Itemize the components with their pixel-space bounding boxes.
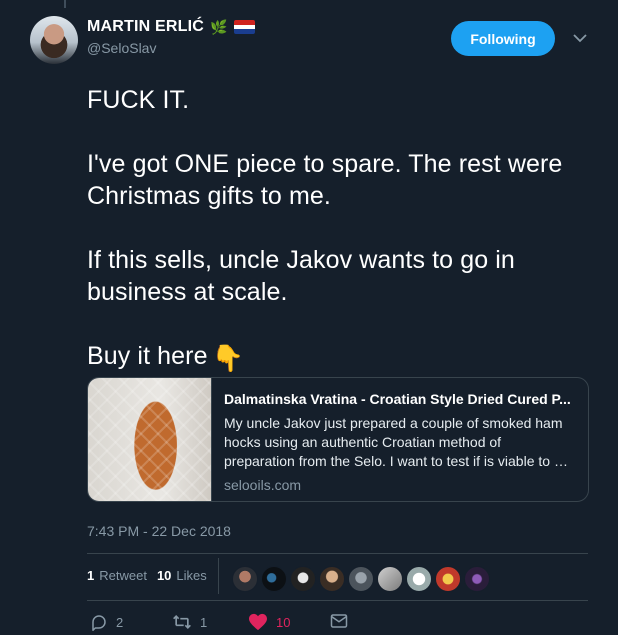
- author-avatar[interactable]: [30, 16, 78, 64]
- reply-icon: [92, 615, 106, 631]
- author-handle[interactable]: @SeloSlav: [87, 40, 156, 56]
- liker-avatar[interactable]: [232, 566, 258, 592]
- likes-stat-count: 10: [156, 568, 172, 583]
- card-domain: selooils.com: [224, 477, 302, 493]
- reply-count: 2: [116, 614, 124, 630]
- tweet-actions: 2 1 10: [90, 613, 440, 635]
- like-action[interactable]: 10: [248, 613, 290, 631]
- heart-icon: [249, 613, 267, 631]
- thread-connector-line: [64, 0, 66, 8]
- liker-avatar[interactable]: [290, 566, 316, 592]
- liker-avatar[interactable]: [435, 566, 461, 592]
- reply-action[interactable]: 2: [90, 613, 123, 631]
- retweet-count: 1: [200, 614, 208, 630]
- tweet-timestamp[interactable]: 7:43 PM - 22 Dec 2018: [87, 523, 231, 539]
- liker-avatar[interactable]: [348, 566, 374, 592]
- likers-avatars: [232, 566, 490, 592]
- following-button[interactable]: Following: [451, 21, 555, 56]
- author-name[interactable]: MARTIN ERLIĆ: [87, 18, 204, 36]
- like-count: 10: [276, 614, 291, 630]
- tweet-text-body: FUCK IT. I've got ONE piece to spare. Th…: [87, 86, 563, 370]
- retweet-stat[interactable]: 1 Retweet: [87, 568, 147, 583]
- card-thumbnail-image: [88, 378, 212, 501]
- envelope-icon: [330, 614, 348, 628]
- olive-branch-icon: 🌿: [210, 18, 228, 35]
- pointing-down-emoji-icon: 👇: [211, 343, 245, 373]
- message-action[interactable]: [330, 613, 348, 629]
- retweet-icon: [173, 614, 191, 630]
- divider-bottom: [87, 600, 588, 601]
- liker-avatar[interactable]: [377, 566, 403, 592]
- liker-avatar[interactable]: [319, 566, 345, 592]
- card-title: Dalmatinska Vratina - Croatian Style Dri…: [224, 391, 571, 407]
- retweet-stat-count: 1: [87, 568, 95, 583]
- likes-stat[interactable]: 10 Likes: [157, 568, 207, 583]
- divider-top: [87, 553, 588, 554]
- author-name-row: MARTIN ERLIĆ 🌿: [87, 18, 255, 36]
- liker-avatar[interactable]: [464, 566, 490, 592]
- engagement-stats: 1 Retweet 10 Likes: [87, 568, 207, 583]
- link-preview-card[interactable]: Dalmatinska Vratina - Croatian Style Dri…: [87, 377, 589, 502]
- liker-avatar[interactable]: [261, 566, 287, 592]
- stats-separator: [218, 558, 219, 594]
- croatian-flag-icon: [233, 20, 255, 34]
- likes-stat-label: Likes: [176, 568, 207, 583]
- retweet-stat-label: Retweet: [99, 568, 147, 583]
- liker-avatar[interactable]: [406, 566, 432, 592]
- card-body: Dalmatinska Vratina - Croatian Style Dri…: [212, 378, 586, 501]
- chevron-down-icon[interactable]: [573, 33, 587, 43]
- tweet-text: FUCK IT. I've got ONE piece to spare. Th…: [87, 84, 587, 374]
- retweet-action[interactable]: 1: [172, 613, 207, 631]
- card-description: My uncle Jakov just prepared a couple of…: [224, 415, 570, 469]
